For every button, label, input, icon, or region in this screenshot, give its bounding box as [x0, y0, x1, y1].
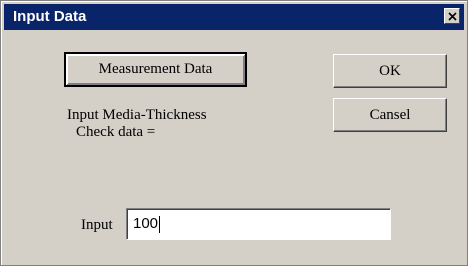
- message-line-1: Input Media-Thickness: [67, 107, 207, 123]
- cancel-button[interactable]: Cansel: [333, 98, 447, 132]
- input-data-dialog: Input Data Measurement Data OK Cansel In…: [0, 0, 468, 266]
- ok-button[interactable]: OK: [333, 54, 447, 88]
- input-value: 100: [133, 215, 159, 232]
- window-title: Input Data: [13, 8, 87, 25]
- input-label: Input: [81, 217, 113, 233]
- measurement-data-button[interactable]: Measurement Data: [64, 52, 247, 87]
- message-line-2: Check data =: [76, 124, 156, 140]
- close-button[interactable]: [444, 8, 460, 24]
- title-bar[interactable]: Input Data: [4, 4, 464, 30]
- input-field[interactable]: 100: [126, 208, 391, 240]
- text-caret: [159, 215, 161, 233]
- close-icon: [448, 12, 457, 21]
